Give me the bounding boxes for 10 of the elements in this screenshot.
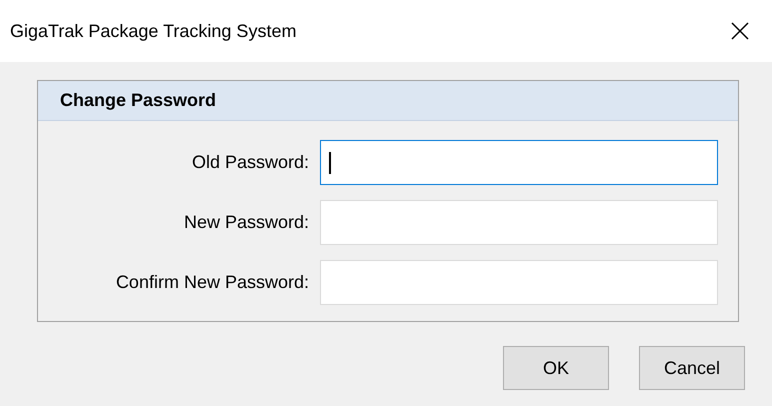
panel-title: Change Password xyxy=(60,89,216,112)
close-icon xyxy=(730,21,750,41)
dialog-button[interactable]: Cancel xyxy=(639,346,745,390)
field-label: New Password: xyxy=(182,211,310,234)
password-field[interactable] xyxy=(320,140,718,185)
field-label: Confirm New Password: xyxy=(114,271,310,294)
text-cursor xyxy=(329,152,331,174)
field-label: Old Password: xyxy=(190,151,310,174)
window-title: GigaTrak Package Tracking System xyxy=(10,20,296,43)
dialog-button[interactable]: OK xyxy=(503,346,609,390)
